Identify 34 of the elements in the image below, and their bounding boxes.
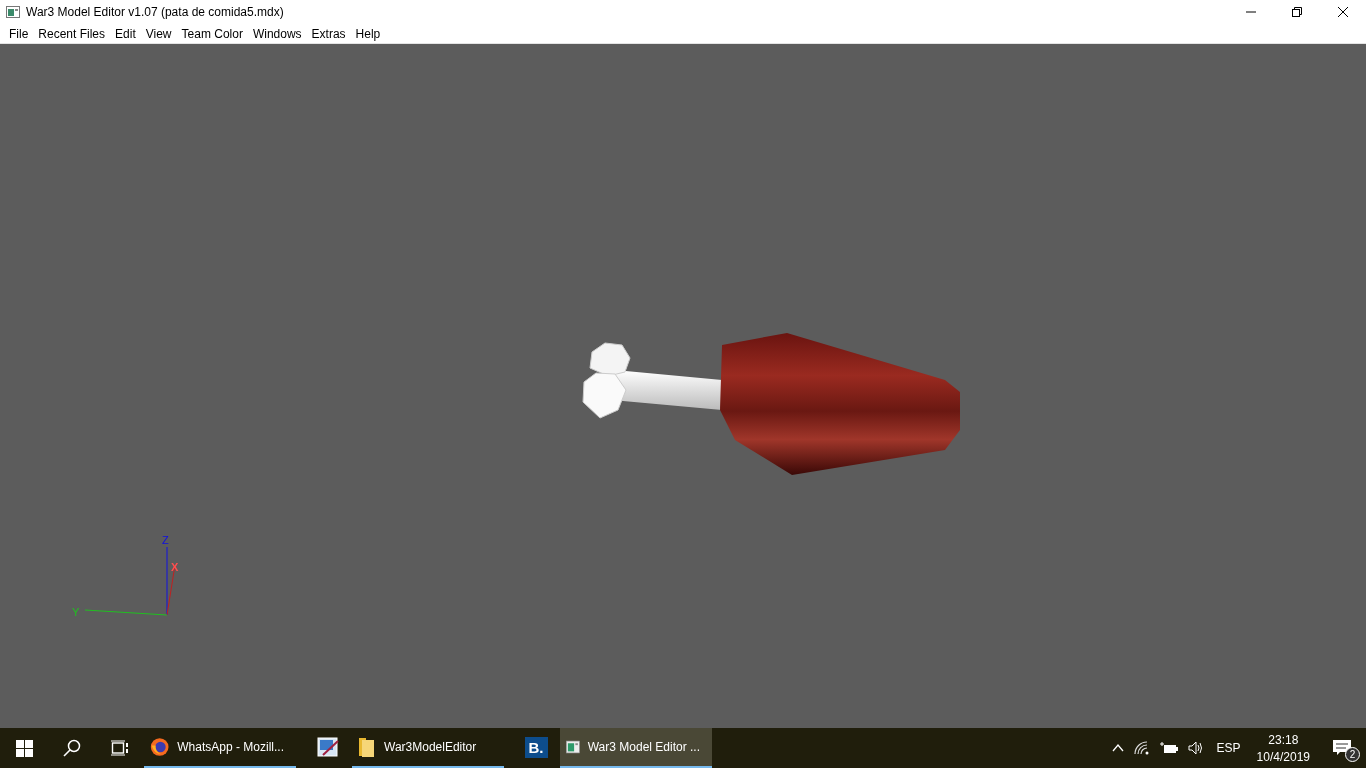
search-icon: [63, 739, 81, 757]
menu-item[interactable]: File: [4, 26, 34, 41]
notification-icon: [1332, 739, 1352, 757]
taskbar-app-button[interactable]: B.: [512, 728, 560, 768]
x-axis: X: [166, 561, 179, 616]
menu-item[interactable]: Windows: [247, 26, 307, 41]
menu-item[interactable]: Extras: [306, 26, 351, 41]
menu-item[interactable]: Team Color: [176, 26, 248, 41]
restore-icon: [1292, 7, 1302, 17]
speaker-icon[interactable]: [1187, 741, 1204, 755]
battery-plug-icon[interactable]: [1159, 742, 1178, 754]
app-icon: [6, 6, 20, 18]
menu-item[interactable]: Help: [350, 26, 386, 41]
taskbar-app-button[interactable]: War3ModelEditor: [352, 728, 504, 768]
fox-globe-icon: [150, 735, 170, 759]
notification-count: 2: [1345, 747, 1360, 762]
windows-logo-icon: [15, 739, 33, 757]
app-window-icon: [566, 737, 580, 757]
chevron-up-icon[interactable]: [1111, 744, 1124, 752]
action-center-button[interactable]: 2: [1318, 728, 1366, 768]
wifi-icon[interactable]: [1133, 741, 1150, 755]
language-indicator[interactable]: ESP: [1208, 728, 1249, 768]
window-title: War3 Model Editor v1.07 (pata de comida5.mdx): [26, 5, 284, 19]
menu-item[interactable]: Edit: [110, 26, 141, 41]
clock[interactable]: 23:18 10/4/2019: [1248, 728, 1318, 768]
taskbar-app-button[interactable]: War3 Model Editor ...: [560, 728, 712, 768]
menu-item[interactable]: View: [140, 26, 177, 41]
taskbar-app-button[interactable]: WhatsApp - Mozill...: [144, 728, 296, 768]
app-logo: B.: [524, 736, 548, 758]
close-icon: [1338, 7, 1348, 17]
paint-picture-icon: [317, 736, 339, 758]
folder-icon: [358, 736, 376, 758]
task-view-icon: [111, 740, 129, 756]
menu-item[interactable]: Recent Files: [33, 26, 111, 41]
